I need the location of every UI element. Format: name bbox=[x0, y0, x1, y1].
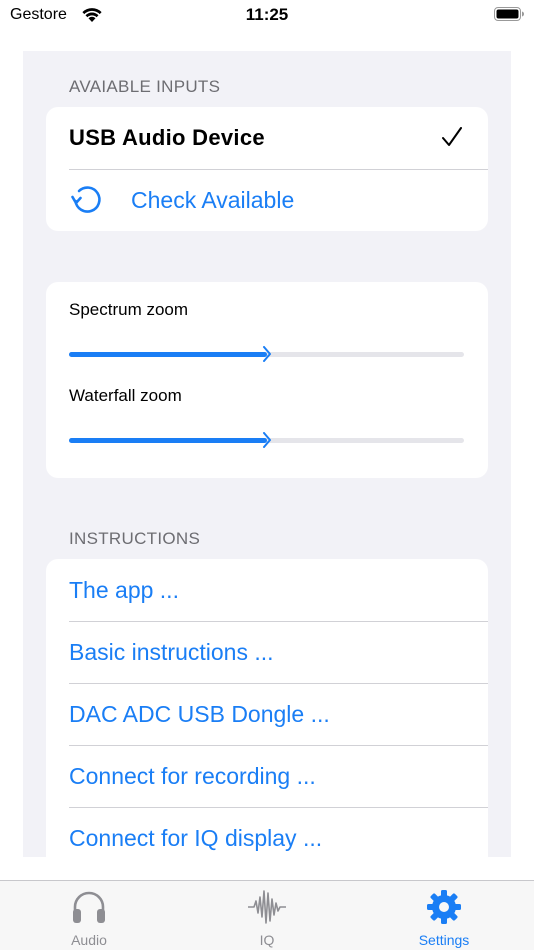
battery-icon bbox=[494, 7, 524, 21]
tab-settings[interactable]: Settings bbox=[384, 887, 504, 948]
waterfall-zoom-fill bbox=[69, 438, 267, 443]
instruction-item-label: Basic instructions ... bbox=[69, 638, 274, 665]
status-bar: Gestore 11:25 bbox=[0, 0, 534, 32]
section-header-instructions: INSTRUCTIONS bbox=[69, 529, 201, 548]
instructions-card: The app ... Basic instructions ... DAC A… bbox=[46, 559, 488, 857]
device-label: USB Audio Device bbox=[69, 125, 265, 150]
spectrum-zoom-fill bbox=[69, 352, 267, 357]
section-header-inputs: AVAIABLE INPUTS bbox=[69, 77, 221, 96]
zoom-card: Spectrum zoom Waterfall zoom bbox=[46, 282, 488, 478]
gear-icon bbox=[427, 890, 461, 924]
instruction-item-basic-instructions[interactable]: Basic instructions ... bbox=[46, 621, 488, 683]
instruction-item-label: Connect for IQ display ... bbox=[69, 824, 323, 851]
waterfall-zoom-label: Waterfall zoom bbox=[69, 386, 182, 405]
instruction-item-connect-for-iq-display[interactable]: Connect for IQ display ... bbox=[46, 807, 488, 857]
tab-audio[interactable]: Audio bbox=[29, 887, 149, 948]
instruction-item-label: Connect for recording ... bbox=[69, 762, 316, 789]
check-available-label: Check Available bbox=[131, 186, 295, 213]
headphones-icon bbox=[73, 891, 105, 923]
refresh-icon bbox=[71, 186, 101, 213]
instruction-item-dac-adc-usb-dongle[interactable]: DAC ADC USB Dongle ... bbox=[46, 683, 488, 745]
checkmark-icon bbox=[442, 127, 462, 146]
waterfall-zoom-slider[interactable] bbox=[69, 432, 464, 448]
spectrum-zoom-slider[interactable] bbox=[69, 346, 464, 362]
check-available-button[interactable]: Check Available bbox=[46, 169, 488, 231]
tab-label-settings: Settings bbox=[418, 932, 470, 948]
waveform-icon bbox=[248, 890, 286, 924]
spectrum-zoom-thumb[interactable] bbox=[262, 346, 272, 362]
tab-iq[interactable]: IQ bbox=[207, 887, 327, 948]
instruction-item-the-app[interactable]: The app ... bbox=[46, 559, 488, 621]
instruction-item-connect-for-recording[interactable]: Connect for recording ... bbox=[46, 745, 488, 807]
tab-label-iq: IQ bbox=[259, 932, 275, 948]
inputs-card: USB Audio Device Check Available bbox=[46, 107, 488, 231]
tab-label-audio: Audio bbox=[71, 932, 107, 948]
waterfall-zoom-thumb[interactable] bbox=[262, 432, 272, 448]
spectrum-zoom-label: Spectrum zoom bbox=[69, 300, 189, 319]
instruction-item-label: The app ... bbox=[69, 576, 179, 603]
input-row-usb-audio-device[interactable]: USB Audio Device bbox=[46, 107, 488, 169]
tab-bar: Audio IQ Settings bbox=[0, 880, 534, 950]
clock: 11:25 bbox=[245, 5, 289, 24]
instruction-item-label: DAC ADC USB Dongle ... bbox=[69, 700, 330, 727]
settings-list[interactable]: AVAIABLE INPUTS USB Audio Device Check A… bbox=[23, 51, 511, 857]
